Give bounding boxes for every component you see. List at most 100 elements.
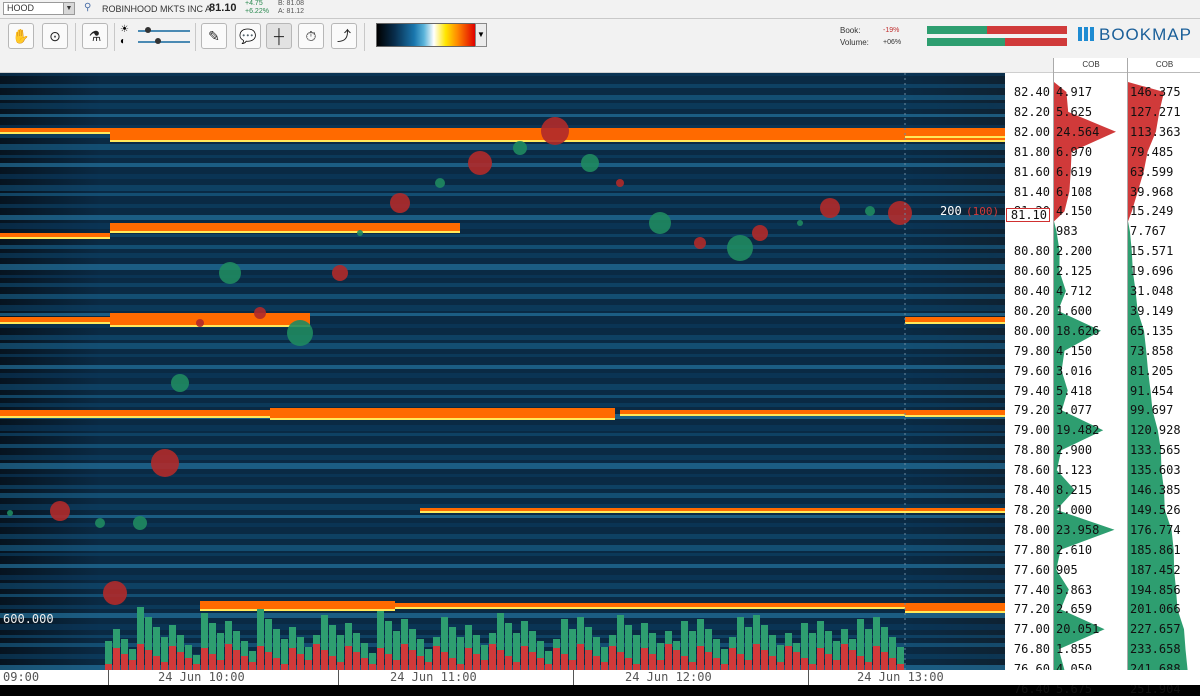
stopwatch-icon[interactable]: ⏱ xyxy=(298,23,324,49)
trend-icon[interactable]: ⤴ xyxy=(331,23,357,49)
volume-bar-sell xyxy=(657,660,664,670)
hand-icon[interactable]: ✋ xyxy=(8,23,34,49)
volume-bar-sell xyxy=(569,660,576,670)
volume-bar-buy xyxy=(809,633,816,664)
liquidity-band xyxy=(0,515,1005,518)
cob-left-value: 905 xyxy=(1056,562,1078,577)
large-order-line xyxy=(905,128,1005,136)
instrument-name: ROBINHOOD MKTS INC A xyxy=(102,4,212,14)
symbol-select[interactable]: HOOD ▼ xyxy=(3,2,75,15)
volume-bar-buy xyxy=(345,623,352,646)
liquidity-band xyxy=(0,335,1005,340)
ask-price: A: 81.12 xyxy=(278,8,305,15)
price-level-label: 81.40 xyxy=(1013,184,1050,199)
link-icon[interactable]: ⚲ xyxy=(84,2,91,13)
chevron-down-icon[interactable]: ▼ xyxy=(475,23,487,47)
volume-bar-sell xyxy=(185,658,192,670)
volume-bar-buy xyxy=(289,627,296,648)
volume-bar-sell xyxy=(593,656,600,670)
trade-bubble xyxy=(727,235,753,261)
volume-bar-sell xyxy=(697,646,704,670)
volume-bar-sell xyxy=(377,648,384,670)
liquidity-band xyxy=(0,373,1005,378)
contrast-slider-knob[interactable] xyxy=(155,38,161,44)
toolbar-divider xyxy=(364,23,365,51)
volume-bar-sell xyxy=(825,654,832,670)
volume-bar-sell xyxy=(513,662,520,670)
volume-bar-buy xyxy=(305,647,312,660)
clock-target-icon[interactable]: ⊙ xyxy=(42,23,68,49)
liquidity-band xyxy=(0,343,1005,349)
volume-bar-buy xyxy=(465,625,472,648)
volume-bar-sell xyxy=(225,644,232,670)
volume-bar-sell xyxy=(345,646,352,670)
trade-bubble xyxy=(513,141,527,155)
price-level-label: 77.80 xyxy=(1013,542,1050,557)
cob-left-value: 8.215 xyxy=(1056,483,1093,497)
time-axis: 09:00 24 Jun 10:00 24 Jun 11:00 24 Jun 12:0… xyxy=(0,670,1005,685)
cob-right-value: 133.565 xyxy=(1130,443,1181,458)
large-order-edge xyxy=(110,231,460,233)
volume-bar-buy xyxy=(585,627,592,650)
volume-bar-buy xyxy=(209,623,216,654)
liquidity-band xyxy=(0,144,1005,150)
liquidity-band xyxy=(0,433,1005,436)
brightness-slider-knob[interactable] xyxy=(145,27,151,33)
volume-bar-sell xyxy=(857,656,864,670)
volume-bar-buy xyxy=(873,617,880,646)
trade-bubble xyxy=(435,178,445,188)
volume-bar-sell xyxy=(209,654,216,670)
volume-bar-buy xyxy=(561,619,568,654)
volume-bar-buy xyxy=(801,623,808,658)
volume-bar-sell xyxy=(321,650,328,670)
trade-bubble xyxy=(287,320,313,346)
trade-bubble xyxy=(7,510,13,516)
price-level-label: 79.20 xyxy=(1013,403,1050,418)
heatmap-chart[interactable]: 600.000 200 (100) xyxy=(0,73,1005,670)
brush-icon[interactable]: ✎ xyxy=(201,23,227,49)
volume-bar-buy xyxy=(249,651,256,662)
liquidity-band xyxy=(0,114,1005,117)
cob-right-value: 146.375 xyxy=(1130,85,1181,99)
volume-bar-sell xyxy=(793,652,800,670)
volume-bar-buy xyxy=(329,625,336,656)
heatmap-color-scale[interactable] xyxy=(376,23,476,47)
contrast-slider[interactable] xyxy=(138,41,190,43)
volume-bar-sell xyxy=(329,656,336,670)
time-label: 09:00 xyxy=(3,670,40,684)
microscope-icon[interactable]: ⚗ xyxy=(82,23,108,49)
crosshair-icon[interactable]: ┼ xyxy=(266,23,292,49)
liquidity-band xyxy=(0,204,1005,208)
volume-bar-buy xyxy=(521,621,528,646)
volume-bar-buy xyxy=(777,645,784,662)
volume-bar-buy xyxy=(577,617,584,644)
volume-bar-buy xyxy=(321,615,328,650)
cob-left-value: 1.123 xyxy=(1056,463,1093,478)
volume-bar-buy xyxy=(865,629,872,662)
last-price-marker: 81.10 xyxy=(1006,208,1050,222)
volume-bar-sell xyxy=(313,644,320,670)
price-level-label: 79.40 xyxy=(1013,383,1050,398)
cob-right-value: 19.696 xyxy=(1130,264,1174,279)
volume-bar-sell xyxy=(417,656,424,670)
volume-bar-buy xyxy=(337,635,344,662)
volume-bar-sell xyxy=(425,662,432,670)
volume-bar-buy xyxy=(593,637,600,656)
volume-bar-sell xyxy=(505,656,512,670)
volume-bar-buy xyxy=(785,633,792,646)
large-order-edge xyxy=(0,416,270,418)
volume-bar-buy xyxy=(201,613,208,648)
volume-bar-buy xyxy=(449,627,456,658)
volume-bar-buy xyxy=(377,611,384,648)
price-level-label: 79.00 xyxy=(1013,423,1050,438)
chat-icon[interactable]: 💬 xyxy=(235,23,261,49)
large-order-line xyxy=(0,233,110,237)
cob-right-value: 63.599 xyxy=(1130,164,1174,179)
liquidity-band xyxy=(0,163,1005,167)
volume-bar-sell xyxy=(265,652,272,670)
chevron-down-icon[interactable]: ▼ xyxy=(63,3,74,14)
liquidity-band xyxy=(0,185,1005,191)
volume-bar-buy xyxy=(113,629,120,648)
volume-bar-buy xyxy=(401,619,408,644)
volume-bar-sell xyxy=(145,650,152,670)
